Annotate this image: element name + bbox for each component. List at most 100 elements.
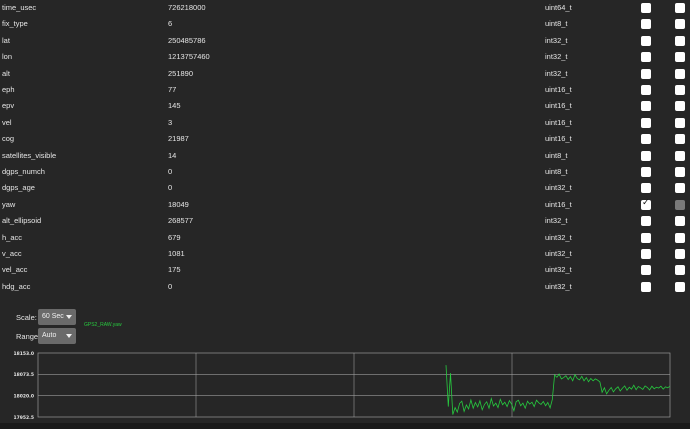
- field-row-cog: cog 21987 uint16_t: [0, 131, 690, 147]
- field-value: 175: [168, 265, 181, 275]
- chevron-down-icon: [66, 334, 72, 338]
- field-name: epv: [2, 101, 15, 111]
- field-value: 250485786: [168, 35, 206, 45]
- plot-checkbox[interactable]: [641, 198, 651, 210]
- field-type: uint16_t: [545, 199, 572, 209]
- field-name: vel_acc: [2, 265, 28, 275]
- field-name: cog: [2, 134, 15, 144]
- field-value: 145: [168, 101, 181, 111]
- field-value: 0: [168, 183, 173, 193]
- secondary-checkbox[interactable]: [675, 35, 685, 46]
- secondary-checkbox[interactable]: [675, 134, 685, 145]
- field-name: eph: [2, 85, 15, 94]
- plot-checkbox[interactable]: [641, 68, 651, 79]
- plot-checkbox[interactable]: [641, 167, 651, 177]
- field-value: 679: [168, 232, 181, 242]
- series-line-yaw: [445, 365, 671, 415]
- scale-label: Scale:: [16, 313, 37, 322]
- field-value: 3: [168, 117, 173, 127]
- field-type: uint8_t: [545, 167, 568, 176]
- field-row-fix-type: fix_type 6 uint8_t: [0, 16, 690, 32]
- plot-checkbox[interactable]: [641, 134, 651, 145]
- secondary-checkbox[interactable]: [675, 199, 685, 210]
- field-row-alt: alt 251890 int32_t: [0, 66, 690, 82]
- field-row-satellites-visible: satellites_visible 14 uint8_t: [0, 148, 690, 164]
- field-value: 1213757460: [168, 52, 210, 62]
- field-name: hdg_acc: [2, 281, 31, 291]
- plot-checkbox[interactable]: [641, 101, 651, 112]
- plot-checkbox[interactable]: [641, 265, 651, 276]
- y-tick-label: 17952.5: [14, 415, 35, 421]
- plot-checkbox[interactable]: [641, 3, 651, 13]
- y-tick-label: 18073.5: [14, 372, 35, 378]
- secondary-checkbox[interactable]: [675, 265, 685, 276]
- secondary-checkbox[interactable]: [675, 117, 685, 128]
- secondary-checkbox[interactable]: [675, 3, 685, 13]
- field-value: 18049: [168, 199, 189, 209]
- scale-select[interactable]: 60 Sec: [38, 309, 76, 325]
- field-type: int32_t: [545, 52, 568, 62]
- secondary-checkbox[interactable]: [675, 183, 685, 194]
- field-row-alt-ellipsoid: alt_ellipsoid 268577 int32_t: [0, 213, 690, 229]
- plot-checkbox[interactable]: [641, 19, 651, 30]
- secondary-checkbox[interactable]: [675, 167, 685, 177]
- field-value: 14: [168, 150, 177, 160]
- plot-checkbox[interactable]: [641, 150, 651, 161]
- field-value: 6: [168, 19, 173, 29]
- field-value: 77: [168, 85, 177, 94]
- field-row-v-acc: v_acc 1081 uint32_t: [0, 246, 690, 262]
- field-value: 0: [168, 281, 173, 291]
- yaw-plot-chart[interactable]: 18153.0 18073.5 18020.0 17952.5: [0, 345, 690, 423]
- plot-checkbox[interactable]: [641, 183, 651, 194]
- plot-checkbox[interactable]: [641, 35, 651, 46]
- field-row-hdg-acc: hdg_acc 0 uint32_t: [0, 279, 690, 295]
- plot-checkbox[interactable]: [641, 249, 651, 259]
- field-name: lat: [2, 35, 10, 45]
- plot-checkbox[interactable]: [641, 117, 651, 128]
- secondary-checkbox[interactable]: [675, 216, 685, 227]
- field-type: uint32_t: [545, 232, 572, 242]
- secondary-checkbox[interactable]: [675, 52, 685, 63]
- field-type: uint16_t: [545, 85, 572, 94]
- secondary-checkbox[interactable]: [675, 249, 685, 259]
- chart-legend-entry: GPS2_RAW.yaw: [84, 322, 122, 328]
- plot-checkbox[interactable]: [641, 52, 651, 63]
- field-type: uint16_t: [545, 117, 572, 127]
- field-type: uint32_t: [545, 183, 572, 193]
- field-name: h_acc: [2, 232, 23, 242]
- secondary-checkbox[interactable]: [675, 85, 685, 95]
- field-row-yaw: yaw 18049 uint16_t: [0, 197, 690, 213]
- plot-checkbox[interactable]: [641, 232, 651, 243]
- field-name: alt_ellipsoid: [2, 216, 42, 226]
- secondary-checkbox[interactable]: [675, 101, 685, 112]
- chevron-down-icon: [66, 315, 72, 319]
- field-name: vel: [2, 117, 12, 127]
- field-type: uint64_t: [545, 3, 572, 12]
- field-type: uint8_t: [545, 150, 568, 160]
- scale-select-value: 60 Sec: [42, 313, 64, 320]
- field-row-dgps-age: dgps_age 0 uint32_t: [0, 180, 690, 196]
- plot-checkbox[interactable]: [641, 85, 651, 95]
- field-value: 268577: [168, 216, 194, 226]
- secondary-checkbox[interactable]: [675, 19, 685, 30]
- plot-checkbox[interactable]: [641, 281, 651, 292]
- field-type: uint32_t: [545, 281, 572, 291]
- field-row-h-acc: h_acc 679 uint32_t: [0, 230, 690, 246]
- field-value: 251890: [168, 68, 194, 78]
- field-value: 1081: [168, 249, 185, 258]
- field-type: uint32_t: [545, 249, 572, 258]
- field-name: lon: [2, 52, 13, 62]
- field-value: 21987: [168, 134, 189, 144]
- window-bottom-edge: [0, 423, 690, 429]
- field-type: uint8_t: [545, 19, 568, 29]
- field-name: v_acc: [2, 249, 22, 258]
- field-type: int32_t: [545, 35, 568, 45]
- secondary-checkbox[interactable]: [675, 150, 685, 161]
- field-row-vel: vel 3 uint16_t: [0, 115, 690, 131]
- secondary-checkbox[interactable]: [675, 68, 685, 79]
- plot-checkbox[interactable]: [641, 216, 651, 227]
- field-row-vel-acc: vel_acc 175 uint32_t: [0, 262, 690, 278]
- secondary-checkbox[interactable]: [675, 232, 685, 243]
- secondary-checkbox[interactable]: [675, 281, 685, 292]
- range-select[interactable]: Auto: [38, 328, 76, 344]
